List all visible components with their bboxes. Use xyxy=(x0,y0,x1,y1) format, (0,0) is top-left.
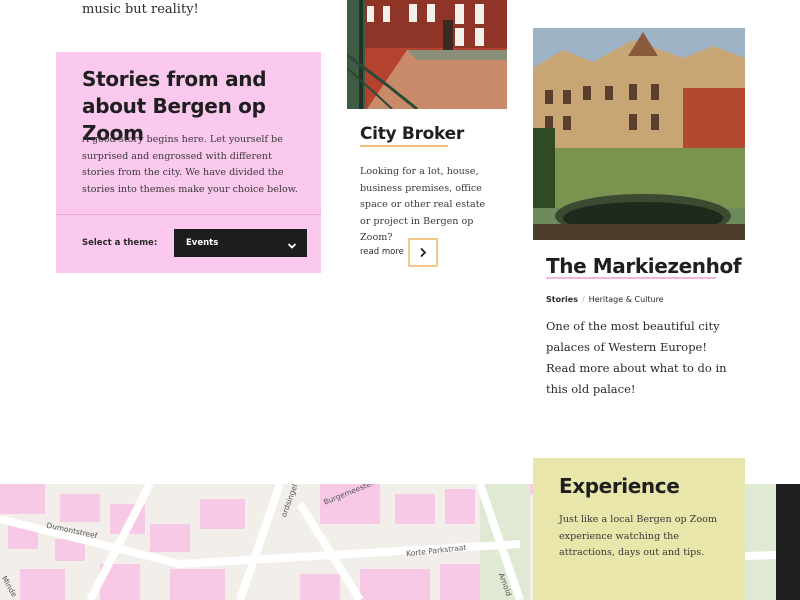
theme-label: Select a theme: xyxy=(82,238,158,248)
title-underline xyxy=(360,145,448,147)
tag-stories[interactable]: Stories xyxy=(546,295,578,304)
map-side-panel xyxy=(776,484,800,600)
tag-heritage-culture[interactable]: Heritage & Culture xyxy=(589,295,664,304)
intro-tail-text: music but reality! xyxy=(82,2,199,17)
stories-panel: Stories from and about Bergen op Zoom A … xyxy=(56,52,321,273)
chevron-right-icon xyxy=(420,247,427,258)
divider xyxy=(56,214,321,215)
experience-title[interactable]: Experience xyxy=(559,474,680,498)
title-underline xyxy=(546,277,716,279)
tag-list: Stories / Heritage & Culture xyxy=(546,295,664,304)
markiezenhof-title[interactable]: The Markiezenhof xyxy=(546,254,742,278)
stories-description: A good story begins here. Let yourself b… xyxy=(82,134,298,195)
theme-select-value: Events xyxy=(186,238,219,248)
markiezenhof-description: One of the most beautiful city palaces o… xyxy=(546,319,727,396)
experience-panel: Experience Just like a local Bergen op Z… xyxy=(533,458,745,600)
experience-description: Just like a local Bergen op Zoom experie… xyxy=(559,514,717,558)
city-broker-description: Looking for a lot, house, business premi… xyxy=(360,166,486,243)
tag-separator: / xyxy=(581,295,585,304)
read-more-button[interactable] xyxy=(408,238,438,267)
city-broker-title[interactable]: City Broker xyxy=(360,124,464,144)
theme-select[interactable]: Events xyxy=(174,229,307,257)
city-broker-image[interactable] xyxy=(347,0,507,109)
chevron-down-icon xyxy=(286,237,298,249)
markiezenhof-image[interactable] xyxy=(533,28,745,240)
read-more-label[interactable]: read more xyxy=(360,247,404,257)
